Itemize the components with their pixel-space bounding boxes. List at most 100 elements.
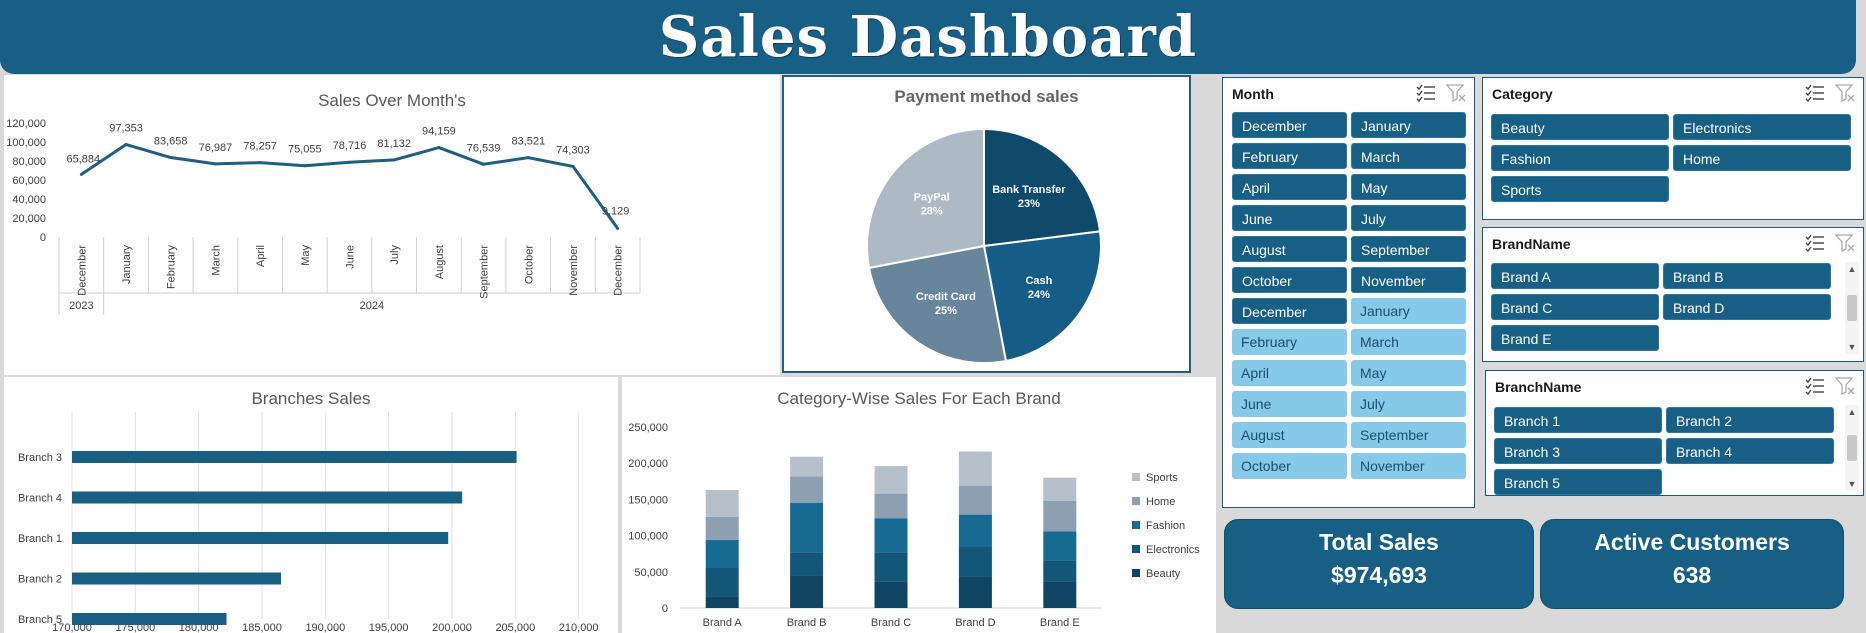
branch-slicer-scrollbar[interactable]: ▲ ▼: [1845, 405, 1859, 491]
stacked-bar-plot: 0 50,000 100,000 150,000 200,000 250,000 Brand…: [628, 422, 1200, 629]
month-slicer-item[interactable]: May: [1351, 360, 1466, 386]
multi-select-icon[interactable]: [1805, 84, 1825, 107]
multi-select-icon[interactable]: [1805, 234, 1825, 257]
data-point: [348, 160, 351, 164]
y-tick-label: 120,000: [6, 118, 46, 130]
month-slicer-item[interactable]: April: [1232, 360, 1347, 386]
stack-segment-sports: [958, 451, 992, 486]
x-tick-label: December: [613, 245, 625, 296]
brand-slicer-item[interactable]: Brand E: [1491, 325, 1659, 351]
branch-slicer-item[interactable]: Branch 2: [1666, 407, 1834, 433]
category-slicer-item[interactable]: Fashion: [1491, 145, 1669, 171]
x-tick-label: Brand C: [871, 617, 911, 629]
brand-slicer-item[interactable]: Brand D: [1663, 294, 1831, 320]
category-slicer-item[interactable]: Electronics: [1673, 114, 1851, 140]
month-slicer-item[interactable]: August: [1232, 422, 1347, 448]
category-slicer-item[interactable]: Sports: [1491, 176, 1669, 202]
month-slicer-item[interactable]: December: [1232, 112, 1347, 138]
multi-select-icon[interactable]: [1805, 377, 1825, 400]
scroll-down-icon[interactable]: ▼: [1848, 479, 1857, 489]
month-slicer-item[interactable]: September: [1351, 236, 1466, 262]
brand-slicer-items: Brand A Brand B Brand C Brand D Brand E: [1491, 263, 1831, 351]
month-slicer-item[interactable]: March: [1351, 143, 1466, 169]
month-slicer-item[interactable]: November: [1351, 453, 1466, 479]
branch-slicer-item[interactable]: Branch 1: [1494, 407, 1662, 433]
category-slicer-item[interactable]: Beauty: [1491, 114, 1669, 140]
data-point: [79, 172, 83, 176]
month-slicer-item[interactable]: March: [1351, 329, 1466, 355]
x-tick-label: Brand E: [1040, 617, 1080, 629]
month-slicer-item[interactable]: July: [1351, 391, 1466, 417]
branch-slicer: BranchName Branch 1 Branch 2 Branch 3 Branc…: [1485, 370, 1864, 496]
x-tick-label: September: [479, 245, 491, 299]
month-slicer-item[interactable]: October: [1232, 453, 1347, 479]
multi-select-icon[interactable]: [1416, 84, 1436, 107]
scroll-down-icon[interactable]: ▼: [1848, 342, 1857, 352]
data-label: 74,303: [556, 144, 590, 156]
slicer-title: BrandName: [1492, 236, 1571, 252]
month-slicer-item[interactable]: May: [1351, 174, 1466, 200]
scroll-thumb[interactable]: [1847, 295, 1857, 321]
scroll-up-icon[interactable]: ▲: [1848, 407, 1857, 417]
stack-segment-electronics: [790, 552, 824, 576]
clear-filter-icon[interactable]: [1834, 377, 1855, 400]
x-tick-label: 200,000: [432, 622, 472, 633]
branch-slicer-item[interactable]: Branch 5: [1494, 469, 1662, 495]
data-label: 83,658: [154, 136, 188, 148]
legend-swatch: [1132, 521, 1140, 529]
month-slicer-item[interactable]: January: [1351, 298, 1466, 324]
scroll-thumb[interactable]: [1847, 435, 1857, 461]
data-point: [571, 164, 575, 168]
bar-branch-1: [72, 532, 449, 544]
stack-segment-beauty: [958, 576, 992, 608]
y-tick-label: 40,000: [12, 194, 46, 206]
branch-slicer-item[interactable]: Branch 4: [1666, 438, 1834, 464]
month-slicer-item[interactable]: April: [1232, 174, 1347, 200]
y-tick-label: 0: [40, 232, 46, 244]
x-tick-label: December: [76, 245, 88, 296]
month-slicer-item[interactable]: February: [1232, 143, 1347, 169]
month-slicer-item[interactable]: December: [1232, 298, 1347, 324]
category-slicer-item[interactable]: Home: [1673, 145, 1851, 171]
category-slicer-items: Beauty Electronics Fashion Home Sports: [1491, 114, 1851, 202]
category-slicer: Category Beauty Electronics Fashion Home Spo…: [1482, 77, 1864, 220]
legend-label: Electronics: [1146, 544, 1200, 556]
y-tick-label: Branch 3: [18, 452, 62, 464]
branches-bar-plot: 170,000 175,000 180,000 185,000 190,000 195,0…: [18, 412, 599, 633]
x-tick-label: 185,000: [242, 622, 282, 633]
data-point: [124, 143, 128, 147]
y-tick-label: 150,000: [628, 494, 668, 506]
x-group-label: 2023: [69, 300, 93, 312]
clear-filter-icon[interactable]: [1834, 84, 1855, 107]
month-slicer-item[interactable]: September: [1351, 422, 1466, 448]
month-slicer-item[interactable]: November: [1351, 267, 1466, 293]
brand-slicer-scrollbar[interactable]: ▲ ▼: [1845, 262, 1859, 354]
clear-filter-icon[interactable]: [1834, 234, 1855, 257]
scroll-up-icon[interactable]: ▲: [1848, 264, 1857, 274]
stack-segment-beauty: [874, 581, 908, 608]
month-slicer-item[interactable]: January: [1351, 112, 1466, 138]
stack-segment-fashion: [958, 514, 992, 547]
month-slicer-item[interactable]: February: [1232, 329, 1347, 355]
total-sales-card: Total Sales $974,693: [1224, 519, 1534, 609]
stack-segment-beauty: [705, 596, 739, 608]
sales-line: [80, 143, 619, 230]
y-tick-label: 80,000: [12, 156, 46, 168]
brand-slicer-item[interactable]: Brand A: [1491, 263, 1659, 289]
brand-slicer-item[interactable]: Brand C: [1491, 294, 1659, 320]
y-tick-label: 60,000: [12, 175, 46, 187]
branch-slicer-item[interactable]: Branch 3: [1494, 438, 1662, 464]
month-slicer-item[interactable]: October: [1232, 267, 1347, 293]
clear-filter-icon[interactable]: [1445, 84, 1466, 107]
legend-swatch: [1132, 545, 1140, 553]
slice-label: Bank Transfer: [992, 184, 1066, 196]
data-point: [169, 156, 173, 160]
month-slicer-item[interactable]: August: [1232, 236, 1347, 262]
stack-segment-beauty: [790, 575, 824, 608]
month-slicer-item[interactable]: June: [1232, 391, 1347, 417]
stack-segment-fashion: [790, 503, 824, 553]
brand-slicer-item[interactable]: Brand B: [1663, 263, 1831, 289]
month-slicer-item[interactable]: July: [1351, 205, 1466, 231]
slice-label: PayPal: [914, 192, 950, 204]
month-slicer-item[interactable]: June: [1232, 205, 1347, 231]
